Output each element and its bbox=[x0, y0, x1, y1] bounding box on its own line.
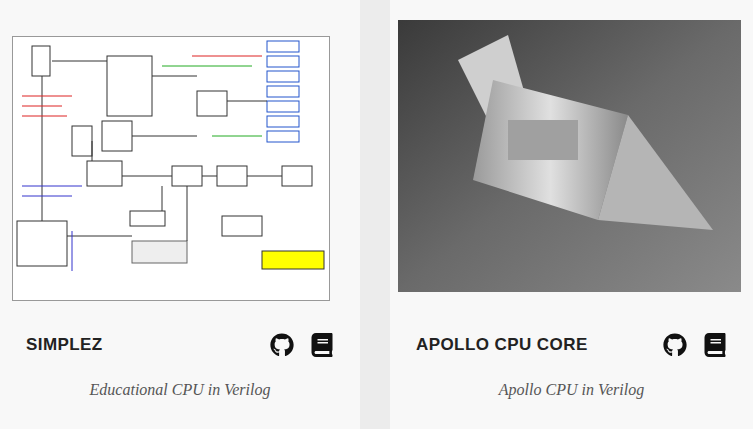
card-subtitle: Apollo CPU in Verilog bbox=[390, 378, 753, 402]
card-subtitle: Educational CPU in Verilog bbox=[0, 378, 360, 402]
photo-image bbox=[398, 20, 741, 292]
project-card[interactable]: APOLLO CPU CORE Apollo CPU in Verilog bbox=[390, 0, 753, 429]
diagram-image bbox=[12, 36, 330, 301]
page: SIMPLEZ Educational CPU in Verilog APOLLO … bbox=[0, 0, 753, 429]
card-title-row: APOLLO CPU CORE bbox=[390, 332, 753, 358]
book-icon[interactable] bbox=[310, 333, 334, 357]
github-icon[interactable] bbox=[663, 333, 687, 357]
github-icon[interactable] bbox=[270, 333, 294, 357]
project-card[interactable]: SIMPLEZ Educational CPU in Verilog bbox=[0, 0, 360, 429]
book-icon[interactable] bbox=[703, 333, 727, 357]
card-title: SIMPLEZ bbox=[26, 332, 103, 358]
card-image bbox=[0, 20, 360, 292]
card-title: APOLLO CPU CORE bbox=[416, 332, 588, 358]
card-title-row: SIMPLEZ bbox=[0, 332, 360, 358]
card-image bbox=[390, 20, 753, 292]
